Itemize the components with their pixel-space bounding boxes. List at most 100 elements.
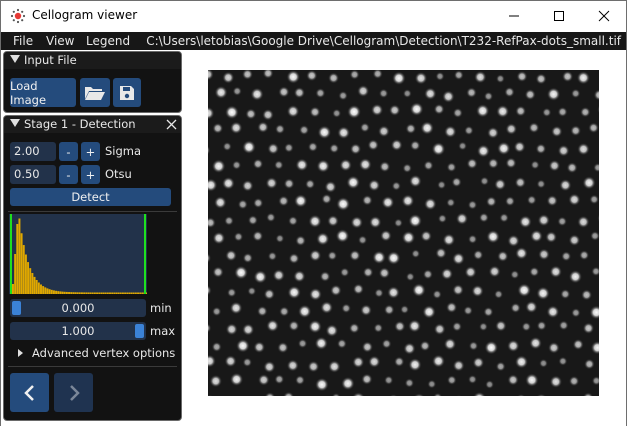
histogram-bar xyxy=(87,292,90,294)
cell-nucleus xyxy=(252,230,264,242)
cell-nucleus xyxy=(581,289,593,301)
cell-nucleus xyxy=(288,253,300,264)
cell-nucleus xyxy=(358,158,372,171)
max-slider[interactable]: 1.000 xyxy=(10,322,146,340)
cell-nucleus xyxy=(211,341,222,352)
open-file-button[interactable] xyxy=(80,78,110,107)
histogram-bar xyxy=(119,292,122,294)
cell-nucleus xyxy=(521,321,532,332)
cell-nucleus xyxy=(315,88,326,99)
title-bar: Cellogram viewer xyxy=(1,1,626,31)
histogram-bar xyxy=(14,254,17,294)
histogram-bar xyxy=(137,292,139,294)
cell-nucleus xyxy=(446,198,456,208)
cell-nucleus xyxy=(408,319,422,333)
sigma-decrement-button[interactable]: - xyxy=(59,142,78,161)
histogram-bar xyxy=(46,288,49,294)
histogram-bar xyxy=(44,287,47,294)
cell-nucleus xyxy=(548,341,560,354)
cell-nucleus xyxy=(584,358,595,370)
advanced-vertex-options-toggle[interactable]: Advanced vertex options xyxy=(10,345,176,361)
cell-nucleus xyxy=(545,231,558,244)
cell-nucleus xyxy=(566,162,578,174)
cell-nucleus xyxy=(548,159,561,172)
maximize-button[interactable] xyxy=(536,1,582,31)
cell-nucleus xyxy=(516,70,528,83)
microscopy-image[interactable] xyxy=(208,70,599,396)
close-panel-icon[interactable] xyxy=(166,119,177,130)
cell-nucleus xyxy=(494,178,507,191)
cell-nucleus xyxy=(433,323,446,336)
cell-nucleus xyxy=(488,265,501,278)
menu-view[interactable]: View xyxy=(46,34,74,48)
cell-nucleus xyxy=(589,194,599,205)
cell-nucleus xyxy=(293,194,308,208)
cell-nucleus xyxy=(247,215,258,226)
cell-nucleus xyxy=(349,249,361,262)
collapse-triangle-icon xyxy=(10,55,20,63)
cell-nucleus xyxy=(420,121,434,135)
cell-nucleus xyxy=(409,102,424,116)
cell-nucleus xyxy=(359,122,370,133)
save-file-button[interactable] xyxy=(113,78,141,107)
menu-legend[interactable]: Legend xyxy=(86,34,130,48)
cell-nucleus xyxy=(530,229,543,243)
cell-nucleus xyxy=(478,322,488,332)
histogram-bar xyxy=(96,292,99,294)
cell-nucleus xyxy=(212,122,224,134)
input-file-header[interactable]: Input File xyxy=(4,52,181,69)
histogram-bar xyxy=(33,276,36,294)
cell-nucleus xyxy=(361,194,373,206)
min-slider[interactable]: 0.000 xyxy=(10,299,146,317)
histogram-bar xyxy=(102,292,105,294)
otsu-input[interactable]: 0.50 xyxy=(10,165,56,184)
cell-nucleus xyxy=(394,320,406,333)
cell-nucleus xyxy=(529,266,540,277)
cell-nucleus xyxy=(431,354,446,368)
load-image-button[interactable]: Load Image xyxy=(10,78,76,107)
next-stage-button[interactable] xyxy=(54,373,93,412)
histogram-bar xyxy=(128,292,131,294)
histogram-bar xyxy=(70,292,73,294)
close-window-button[interactable] xyxy=(581,1,627,31)
sigma-increment-button[interactable]: + xyxy=(81,142,100,161)
cell-nucleus xyxy=(504,86,515,98)
histogram-bar xyxy=(65,291,68,294)
cell-nucleus xyxy=(360,304,372,317)
histogram-bar xyxy=(117,292,120,294)
cell-nucleus xyxy=(250,87,264,101)
cell-nucleus xyxy=(582,176,596,190)
cell-nucleus xyxy=(546,305,560,319)
cell-nucleus xyxy=(362,266,374,278)
cell-nucleus xyxy=(288,320,300,332)
cell-nucleus xyxy=(308,214,322,228)
cell-nucleus xyxy=(286,104,300,118)
cell-nucleus xyxy=(336,197,351,211)
cell-nucleus xyxy=(405,123,417,135)
cell-nucleus xyxy=(332,108,342,118)
cell-nucleus xyxy=(319,271,331,282)
cell-nucleus xyxy=(309,287,322,301)
cell-nucleus xyxy=(495,361,506,372)
cell-nucleus xyxy=(546,87,561,101)
cell-nucleus xyxy=(346,175,361,190)
cell-nucleus xyxy=(256,305,268,317)
otsu-increment-button[interactable]: + xyxy=(81,165,100,184)
cell-nucleus xyxy=(297,338,308,349)
minimize-button[interactable] xyxy=(491,1,537,31)
otsu-decrement-button[interactable]: - xyxy=(59,165,78,184)
cell-nucleus xyxy=(253,197,264,209)
cell-nucleus xyxy=(226,287,237,298)
cell-nucleus xyxy=(329,143,340,154)
intensity-histogram[interactable] xyxy=(9,214,147,294)
cell-nucleus xyxy=(327,250,338,261)
cell-nucleus xyxy=(515,105,527,117)
detection-header[interactable]: Stage 1 - Detection xyxy=(4,116,181,133)
cell-nucleus xyxy=(284,142,294,153)
cell-nucleus xyxy=(387,286,400,299)
previous-stage-button[interactable] xyxy=(10,373,49,412)
cell-nucleus xyxy=(559,179,572,192)
detect-button[interactable]: Detect xyxy=(10,188,171,206)
sigma-input[interactable]: 2.00 xyxy=(10,142,56,161)
menu-file[interactable]: File xyxy=(13,34,33,48)
